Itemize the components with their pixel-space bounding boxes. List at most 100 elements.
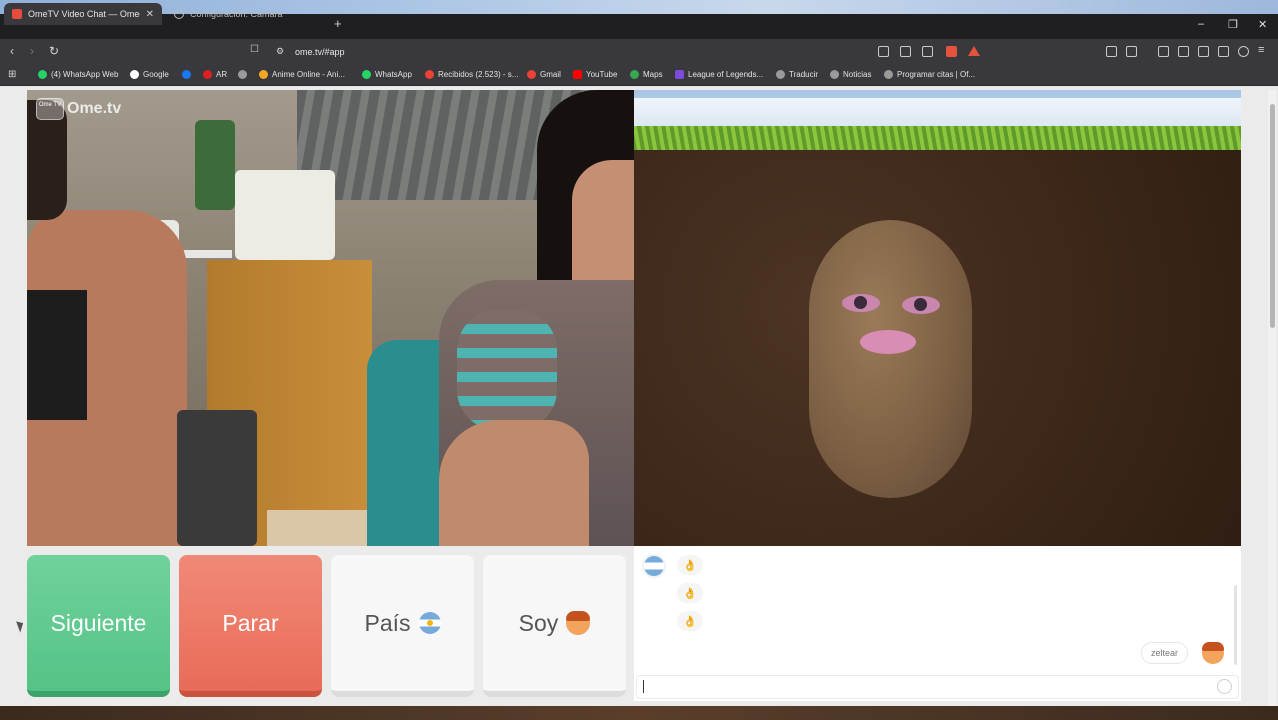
leo-ai-icon[interactable] bbox=[1218, 46, 1229, 57]
bookmark-anime-online[interactable]: Anime Online - Ani... bbox=[259, 70, 345, 79]
shirt-stripe bbox=[457, 310, 557, 430]
tab-title: Configuración: Cámara bbox=[190, 9, 283, 19]
next-button-label: Siguiente bbox=[50, 609, 147, 636]
maps-icon bbox=[630, 70, 639, 79]
partner-flag-icon bbox=[644, 556, 664, 576]
bookmark-label: YouTube bbox=[586, 70, 618, 79]
bookmark-label: Recibidos (2.523) - s... bbox=[438, 70, 519, 79]
ar-icon bbox=[203, 70, 212, 79]
chat-scrollbar[interactable] bbox=[1234, 585, 1237, 665]
next-button[interactable]: Siguiente bbox=[27, 555, 170, 697]
bookmark-whatsapp[interactable]: WhatsApp bbox=[362, 70, 412, 79]
gender-button-label: Soy bbox=[518, 609, 559, 636]
logo-text: Ome.tv bbox=[67, 100, 122, 117]
globe-icon bbox=[238, 70, 247, 79]
chat-input[interactable] bbox=[636, 675, 1239, 699]
bookmark-label: Gmail bbox=[540, 70, 561, 79]
google-icon bbox=[130, 70, 139, 79]
whatsapp-icon bbox=[362, 70, 371, 79]
bookmark-noticias[interactable]: Noticias bbox=[830, 70, 871, 79]
bookmark-programar-citas[interactable]: Programar citas | Of... bbox=[884, 70, 975, 79]
bookmark-google[interactable]: Google bbox=[130, 70, 169, 79]
reload-icon[interactable]: ↻ bbox=[49, 44, 59, 58]
bookmark-label: Anime Online - Ani... bbox=[272, 70, 345, 79]
close-window-button[interactable]: ✕ bbox=[1258, 18, 1267, 31]
reading-list-icon[interactable] bbox=[1178, 46, 1189, 57]
bookmark-label: Maps bbox=[643, 70, 663, 79]
forward-arrow-icon[interactable]: › bbox=[30, 44, 34, 58]
bookmark-label: AR bbox=[216, 70, 228, 79]
gender-button[interactable]: Soy bbox=[483, 555, 626, 697]
jar bbox=[195, 120, 235, 210]
youtube-icon bbox=[573, 70, 582, 79]
partner-avatar bbox=[1202, 642, 1224, 664]
extensions-icon[interactable] bbox=[1106, 46, 1117, 57]
close-tab-icon[interactable]: ✕ bbox=[146, 9, 154, 20]
translate-icon[interactable] bbox=[878, 46, 889, 57]
share-icon[interactable] bbox=[922, 46, 933, 57]
brave-rewards-icon[interactable] bbox=[968, 46, 980, 56]
microwave bbox=[235, 170, 335, 260]
arm-right bbox=[439, 420, 589, 546]
country-button[interactable]: País bbox=[331, 555, 474, 697]
gear-icon bbox=[174, 9, 184, 19]
gmail-icon bbox=[425, 70, 434, 79]
local-video bbox=[27, 90, 634, 546]
page-scroll-thumb[interactable] bbox=[1270, 104, 1275, 328]
chat-message: 👌 bbox=[677, 555, 703, 575]
bookmark-label: WhatsApp bbox=[375, 70, 412, 79]
globe-icon bbox=[830, 70, 839, 79]
remote-video bbox=[634, 90, 1241, 546]
bookmark-globe[interactable] bbox=[238, 70, 247, 79]
bookmark-gmail[interactable]: Gmail bbox=[527, 70, 561, 79]
boy-emoji-icon bbox=[566, 611, 591, 635]
globe-icon bbox=[884, 70, 893, 79]
ometv-favicon-icon bbox=[12, 9, 22, 19]
bookmark-maps[interactable]: Maps bbox=[630, 70, 663, 79]
gmail-icon bbox=[527, 70, 536, 79]
brave-shields-icon[interactable] bbox=[946, 46, 957, 57]
anime-online-icon bbox=[259, 70, 268, 79]
country-button-label: País bbox=[364, 609, 411, 636]
bookmark-recibidos[interactable]: Recibidos (2.523) - s... bbox=[425, 70, 518, 79]
apps-grid-icon[interactable]: ⊞ bbox=[8, 69, 16, 80]
chat-message: 👌 bbox=[677, 611, 703, 631]
bookmark-league-of-legends[interactable]: League of Legends... bbox=[675, 70, 763, 79]
potato-mouth bbox=[860, 330, 916, 354]
bookmark-facebook[interactable] bbox=[182, 70, 191, 79]
tab-ometv[interactable]: OmeTV Video Chat — Omeg ✕ bbox=[4, 3, 162, 25]
text-caret bbox=[643, 680, 644, 693]
ometv-logo: Ome TV Ome.tv bbox=[36, 98, 121, 120]
bookmark-youtube[interactable]: YouTube bbox=[573, 70, 617, 79]
chair bbox=[177, 410, 257, 546]
site-info-icon[interactable]: ⚙ bbox=[276, 46, 284, 57]
media-icon[interactable] bbox=[1158, 46, 1169, 57]
bookmark-label: Google bbox=[143, 70, 169, 79]
stop-button[interactable]: Parar bbox=[179, 555, 322, 697]
tab-title: OmeTV Video Chat — Omeg bbox=[28, 9, 140, 19]
argentina-flag-icon bbox=[418, 612, 441, 634]
chat-message: 👌 bbox=[677, 583, 703, 603]
bookmark-traducir[interactable]: Traducir bbox=[776, 70, 818, 79]
bookmark-ar[interactable]: AR bbox=[203, 70, 227, 79]
vpn-shield-icon[interactable] bbox=[1238, 46, 1249, 57]
bookmark-whatsapp-web[interactable]: (4) WhatsApp Web bbox=[38, 70, 118, 79]
sidebar-icon[interactable] bbox=[1126, 46, 1137, 57]
tab-settings-camera[interactable]: Configuración: Cámara bbox=[166, 3, 332, 25]
partner-name-tag: zeltear bbox=[1141, 642, 1189, 664]
back-arrow-icon[interactable]: ‹ bbox=[10, 44, 14, 58]
bookmark-icon[interactable]: ☐ bbox=[250, 44, 259, 55]
bookmark-label: Noticias bbox=[843, 70, 872, 79]
cast-icon[interactable] bbox=[900, 46, 911, 57]
clouds bbox=[634, 98, 1241, 128]
menu-icon[interactable]: ≡ bbox=[1258, 44, 1264, 56]
league-icon bbox=[675, 70, 684, 79]
minimize-button[interactable]: – bbox=[1198, 18, 1204, 30]
url-text[interactable]: ome.tv/#app bbox=[295, 47, 345, 57]
restore-button[interactable]: ❐ bbox=[1228, 18, 1238, 31]
potato-body bbox=[809, 220, 972, 498]
desktop-wallpaper-bottom bbox=[0, 706, 1278, 720]
wallet-icon[interactable] bbox=[1198, 46, 1209, 57]
new-tab-button[interactable]: + bbox=[334, 16, 342, 31]
emoji-picker-icon[interactable] bbox=[1217, 679, 1232, 694]
